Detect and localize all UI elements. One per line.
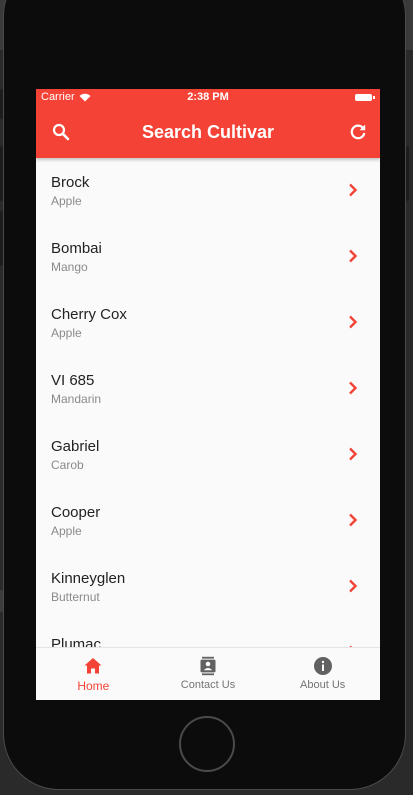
- list-item-subtitle: Apple: [51, 326, 82, 340]
- chevron-right-icon: [349, 513, 358, 527]
- status-time: 2:38 PM: [187, 91, 229, 103]
- list-item[interactable]: Brock Apple: [36, 158, 380, 224]
- list-item-subtitle: Carob: [51, 458, 84, 472]
- contact-card-icon: [200, 656, 216, 676]
- list-item[interactable]: Cooper Apple: [36, 488, 380, 554]
- list-item-title: Bombai: [51, 240, 102, 257]
- list-item[interactable]: Kinneyglen Butternut: [36, 554, 380, 620]
- list-item-title: VI 685: [51, 372, 95, 389]
- nav-contact-us[interactable]: Contact Us: [151, 648, 266, 700]
- list-item-title: Cooper: [51, 504, 101, 521]
- chevron-right-icon: [349, 447, 358, 461]
- list-item[interactable]: Plumac: [36, 620, 380, 648]
- power-button: [406, 146, 409, 201]
- home-icon: [84, 658, 102, 674]
- nav-about-us[interactable]: About Us: [265, 648, 380, 700]
- nav-home[interactable]: Home: [36, 648, 151, 700]
- list-item-subtitle: Butternut: [51, 590, 100, 604]
- nav-about-us-label: About Us: [300, 679, 346, 691]
- app-bar: Search Cultivar: [36, 106, 380, 158]
- list-item-title: Kinneyglen: [51, 570, 126, 587]
- list-item-subtitle: Apple: [51, 194, 82, 208]
- nav-contact-us-label: Contact Us: [180, 679, 236, 691]
- chevron-right-icon: [349, 381, 358, 395]
- list-item[interactable]: Bombai Mango: [36, 224, 380, 290]
- info-icon: [313, 657, 332, 675]
- chevron-right-icon: [349, 315, 358, 329]
- volume-up-button: [0, 146, 3, 201]
- volume-down-button: [0, 211, 3, 266]
- list-item[interactable]: Gabriel Carob: [36, 422, 380, 488]
- list-item-subtitle: Mango: [51, 260, 88, 274]
- cultivar-list: Brock Apple Bombai Mango Cherry Cox Appl…: [36, 158, 380, 648]
- list-item-subtitle: Mandarin: [51, 392, 102, 406]
- list-item-title: Gabriel: [51, 438, 100, 455]
- list-item-subtitle: Apple: [51, 524, 82, 538]
- chevron-right-icon: [349, 183, 358, 197]
- home-hardware-button[interactable]: [179, 716, 235, 772]
- list-item-title: Brock: [51, 174, 90, 191]
- list-item[interactable]: Cherry Cox Apple: [36, 290, 380, 356]
- nav-home-label: Home: [77, 679, 110, 693]
- battery-icon: [355, 94, 375, 101]
- chevron-right-icon: [349, 579, 358, 593]
- list-item[interactable]: VI 685 Mandarin: [36, 356, 380, 422]
- list-item-title: Cherry Cox: [51, 306, 127, 323]
- app-screen: Carrier 2:38 PM Search Cultivar Brock Ap…: [36, 89, 380, 700]
- mute-switch: [0, 89, 3, 119]
- chevron-right-icon: [349, 249, 358, 263]
- status-bar: Carrier 2:38 PM: [36, 89, 380, 106]
- refresh-icon[interactable]: [349, 123, 367, 141]
- page-title: Search Cultivar: [141, 122, 275, 142]
- bottom-navigation: Home Contact Us About Us: [36, 647, 380, 700]
